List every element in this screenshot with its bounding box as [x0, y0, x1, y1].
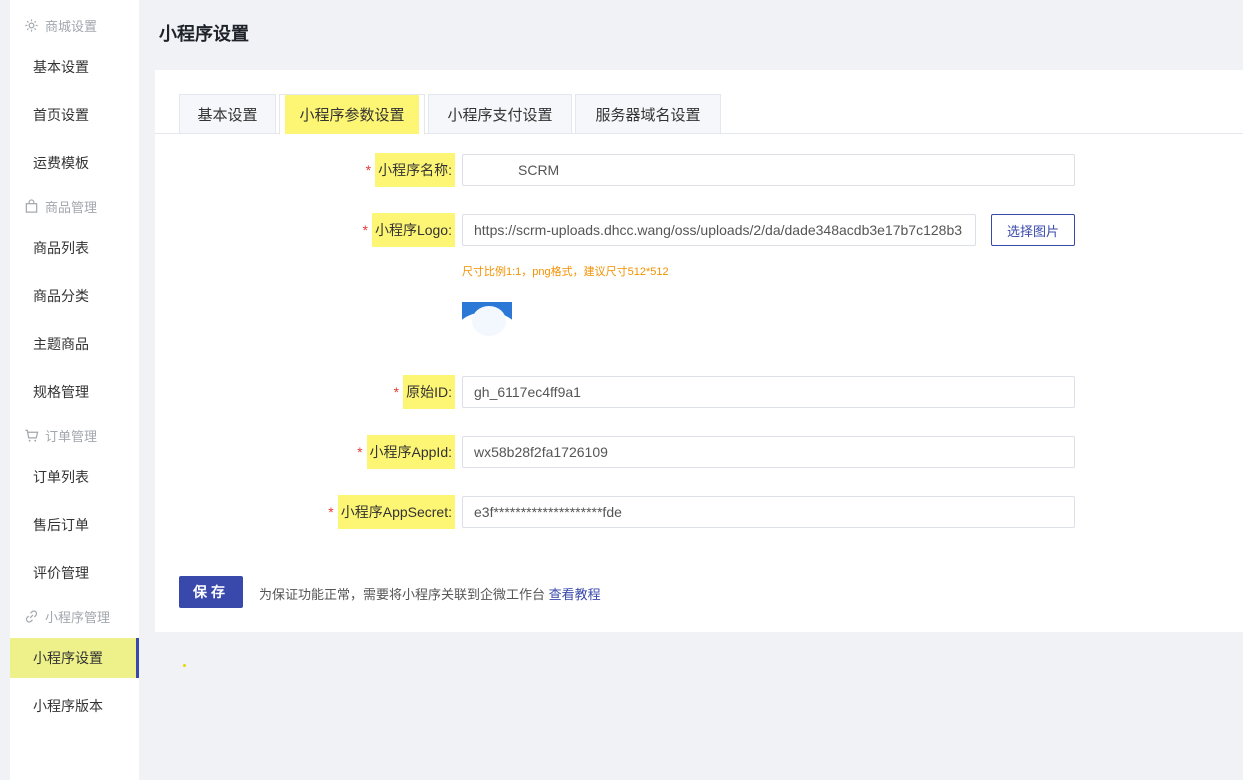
settings-card: 基本设置 小程序参数设置 小程序支付设置 服务器域名设置 * 小程序名称: SC… [155, 70, 1243, 632]
tab-miniprogram-payment[interactable]: 小程序支付设置 [428, 94, 572, 134]
sidebar-item-shipping-template[interactable]: 运费模板 [10, 143, 139, 183]
sidebar-item-after-sale-orders[interactable]: 售后订单 [10, 505, 139, 545]
name-input[interactable]: SCRM [462, 154, 1075, 186]
appsecret-input[interactable]: e3f********************fde [462, 496, 1075, 528]
tab-server-domain[interactable]: 服务器域名设置 [575, 94, 721, 134]
save-button[interactable]: 保存 [179, 576, 243, 608]
sidebar-group-miniprogram-management: 小程序管理 [10, 603, 139, 629]
gear-icon [25, 18, 38, 32]
original-id-value: gh_6117ec4ff9a1 [474, 384, 581, 400]
required-mark: * [362, 222, 368, 238]
sidebar-item-miniprogram-version[interactable]: 小程序版本 [10, 686, 139, 726]
sidebar-group-title: 订单管理 [45, 428, 98, 444]
original-id-label-text: 原始ID: [403, 375, 455, 409]
logo-label-text: 小程序Logo: [371, 213, 455, 247]
tab-miniprogram-params[interactable]: 小程序参数设置 [279, 94, 425, 135]
appid-label-text: 小程序AppId: [366, 435, 455, 469]
logo-url-value: https://scrm-uploads.dhcc.wang/oss/uploa… [474, 222, 963, 238]
appid-input[interactable]: wx58b28f2fa1726109 [462, 436, 1075, 468]
decorative-dot [183, 664, 186, 667]
bag-icon [25, 198, 38, 213]
sidebar-group-title: 商品管理 [45, 199, 98, 215]
sidebar-item-theme-products[interactable]: 主题商品 [10, 324, 139, 364]
view-tutorial-link[interactable]: 查看教程 [549, 587, 601, 602]
name-input-value: SCRM [518, 162, 560, 178]
tab-label: 服务器域名设置 [595, 106, 701, 124]
page-title: 小程序设置 [159, 24, 249, 44]
sidebar-group-mall-settings: 商城设置 [10, 12, 139, 38]
cart-icon [25, 429, 39, 442]
sidebar-item-order-list[interactable]: 订单列表 [10, 457, 139, 497]
tab-bar: 基本设置 小程序参数设置 小程序支付设置 服务器域名设置 [155, 94, 1243, 135]
select-image-button[interactable]: 选择图片 [991, 214, 1075, 246]
tab-label: 小程序参数设置 [285, 95, 419, 134]
required-mark: * [357, 444, 363, 460]
appsecret-value: e3f********************fde [474, 504, 622, 520]
cloud-shape [472, 306, 506, 336]
name-label-text: 小程序名称: [375, 153, 455, 187]
sidebar-item-home-settings[interactable]: 首页设置 [10, 95, 139, 135]
tab-label: 小程序支付设置 [447, 106, 553, 124]
required-mark: * [328, 504, 334, 520]
appsecret-label: * 小程序AppSecret: [328, 495, 455, 529]
original-id-input[interactable]: gh_6117ec4ff9a1 [462, 376, 1075, 408]
required-mark: * [365, 162, 372, 178]
logo-url-input[interactable]: https://scrm-uploads.dhcc.wang/oss/uploa… [462, 214, 976, 246]
tab-label: 基本设置 [197, 106, 258, 124]
save-note: 为保证功能正常，需要将小程序关联到企微工作台 查看教程 [259, 584, 601, 603]
link-icon [25, 609, 38, 623]
logo-size-hint: 尺寸比例1:1，png格式，建议尺寸512*512 [462, 266, 669, 278]
sidebar-group-title: 商城设置 [45, 18, 98, 34]
sidebar: 商城设置 基本设置 首页设置 运费模板 商品管理 商品列表 商品分类 主题商品 … [10, 0, 139, 780]
required-mark: * [393, 384, 400, 400]
appsecret-label-text: 小程序AppSecret: [337, 495, 455, 529]
name-label: * 小程序名称: [365, 153, 455, 187]
logo-preview-image [462, 302, 512, 352]
sidebar-group-order-management: 订单管理 [10, 422, 139, 448]
sidebar-group-title: 小程序管理 [45, 609, 111, 625]
sidebar-item-product-list[interactable]: 商品列表 [10, 228, 139, 268]
logo-label: * 小程序Logo: [362, 213, 455, 247]
original-id-label: * 原始ID: [393, 375, 455, 409]
sidebar-item-product-category[interactable]: 商品分类 [10, 276, 139, 316]
appid-value: wx58b28f2fa1726109 [474, 444, 608, 460]
sidebar-item-spec-management[interactable]: 规格管理 [10, 372, 139, 412]
sidebar-item-basic-settings[interactable]: 基本设置 [10, 47, 139, 87]
tab-basic-settings[interactable]: 基本设置 [179, 94, 276, 134]
sidebar-group-product-management: 商品管理 [10, 193, 139, 219]
appid-label: * 小程序AppId: [357, 435, 455, 469]
sidebar-item-miniprogram-settings[interactable]: 小程序设置 [10, 638, 139, 678]
sidebar-item-review-management[interactable]: 评价管理 [10, 553, 139, 593]
save-note-text: 为保证功能正常，需要将小程序关联到企微工作台 [259, 587, 546, 602]
